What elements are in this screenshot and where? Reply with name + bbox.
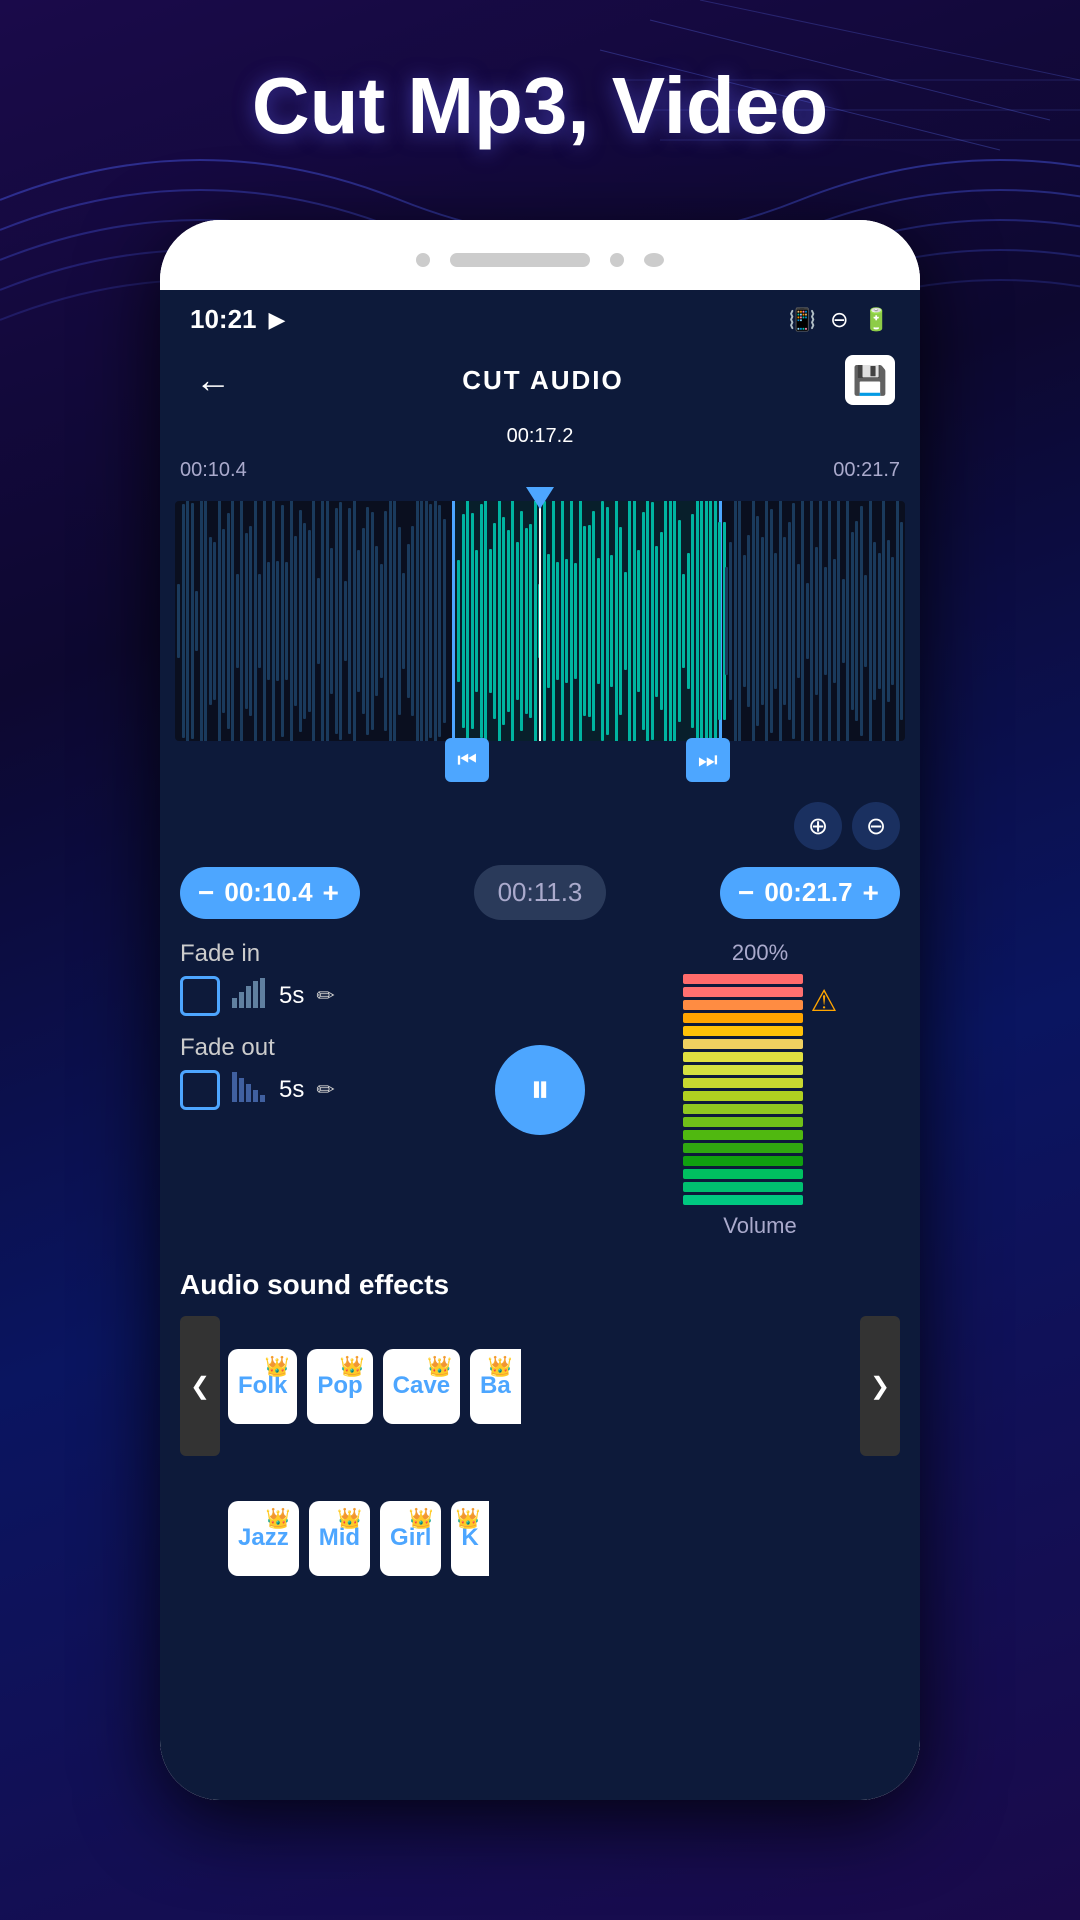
effects-row-2: Jazz 👑 Mid 👑 Girl 👑 K 👑	[180, 1468, 900, 1608]
fade-in-wave-icon	[232, 978, 267, 1015]
end-minus-btn[interactable]: −	[738, 877, 754, 909]
playhead-arrow	[526, 487, 554, 509]
start-time-control: − 00:10.4 +	[180, 867, 360, 919]
status-bar: 10:21 ▶ 📳 ⊖ 🔋	[160, 290, 920, 345]
end-plus-btn[interactable]: +	[863, 877, 879, 909]
playhead-time: 00:17.2	[507, 425, 574, 448]
effect-ba-crown: 👑	[488, 1354, 513, 1379]
left-time-label: 00:10.4	[180, 459, 247, 482]
scroll-right-button[interactable]: ❯	[860, 1316, 900, 1456]
duration-display: 00:11.3	[474, 865, 607, 920]
play-pause-button[interactable]: ⏸	[495, 1045, 585, 1135]
effect-folk-button[interactable]: Folk 👑	[228, 1349, 297, 1424]
playhead-line	[539, 501, 541, 741]
play-pause-icon: ⏸	[530, 1067, 550, 1112]
end-time-control: − 00:21.7 +	[720, 867, 900, 919]
fade-out-edit-icon[interactable]: ✏	[316, 1077, 334, 1103]
app-bar-title: CUT AUDIO	[462, 365, 623, 396]
notch-bar	[450, 253, 590, 267]
start-minus-btn[interactable]: −	[198, 877, 214, 909]
save-button[interactable]: 💾	[845, 355, 895, 405]
zoom-in-icon: ⊕	[808, 812, 828, 841]
fade-out-label: Fade out	[180, 1034, 460, 1062]
notch-camera	[610, 253, 624, 267]
minus-icon: ⊖	[830, 307, 848, 333]
phone-notch	[160, 220, 920, 290]
fade-in-duration: 5s	[279, 982, 304, 1010]
fade-controls: Fade in	[180, 940, 460, 1128]
scroll-left-button[interactable]: ❮	[180, 1316, 220, 1456]
back-button[interactable]: ←	[185, 354, 241, 406]
status-icons-right: 📳 ⊖ 🔋	[789, 307, 890, 333]
effects-columns: Folk 👑 Pop 👑 Cave 👑 Ba 👑	[228, 1349, 852, 1424]
fade-out-duration: 5s	[279, 1076, 304, 1104]
end-time-value: 00:21.7	[764, 877, 852, 908]
effect-girl-button[interactable]: Girl 👑	[380, 1501, 441, 1576]
start-time-value: 00:10.4	[224, 877, 312, 908]
effect-cave-crown: 👑	[427, 1354, 452, 1379]
volume-warning-icon: ⚠	[811, 984, 838, 1019]
effect-pop-crown: 👑	[340, 1354, 365, 1379]
effect-mid-button[interactable]: Mid 👑	[309, 1501, 370, 1576]
controls-area: ⊕ ⊖ − 00:10.4 + 00:11.3	[160, 787, 920, 1269]
phone-screen: 10:21 ▶ 📳 ⊖ 🔋 ← CUT AUDIO 💾 00:17.2	[160, 290, 920, 1800]
effect-jazz-button[interactable]: Jazz 👑	[228, 1501, 299, 1576]
effect-k-crown: 👑	[456, 1506, 481, 1531]
volume-section: 200% ⚠ Volume	[620, 940, 900, 1239]
vibrate-icon: 📳	[789, 307, 816, 333]
volume-meter[interactable]	[683, 974, 803, 1205]
effect-k-button[interactable]: K 👑	[451, 1501, 488, 1576]
sound-effects-title: Audio sound effects	[180, 1269, 900, 1301]
zoom-out-icon: ⊖	[866, 812, 886, 841]
page-title: Cut Mp3, Video	[0, 60, 1080, 152]
effect-folk-crown: 👑	[264, 1354, 289, 1379]
fade-out-item: Fade out	[180, 1034, 460, 1110]
zoom-controls: ⊕ ⊖	[180, 802, 900, 850]
effect-ba-button[interactable]: Ba 👑	[470, 1349, 521, 1424]
effects-row-1: ❮ Folk 👑 Pop 👑 Cave 👑	[180, 1316, 900, 1456]
battery-icon: 🔋	[863, 307, 890, 333]
effect-jazz-crown: 👑	[266, 1506, 291, 1531]
status-time: 10:21	[190, 304, 257, 335]
volume-percent: 200%	[732, 940, 788, 966]
fade-in-edit-icon[interactable]: ✏	[316, 983, 334, 1009]
zoom-out-button[interactable]: ⊖	[852, 802, 900, 850]
right-time-label: 00:21.7	[833, 459, 900, 482]
effect-pop-button[interactable]: Pop 👑	[307, 1349, 372, 1424]
left-handle[interactable]: ⏮	[445, 743, 489, 782]
notch-dot-left	[416, 253, 430, 267]
fade-in-checkbox[interactable]	[180, 976, 220, 1016]
effect-mid-crown: 👑	[337, 1506, 362, 1531]
right-handle[interactable]: ⏭	[686, 743, 730, 782]
phone-frame: 10:21 ▶ 📳 ⊖ 🔋 ← CUT AUDIO 💾 00:17.2	[160, 220, 920, 1800]
fade-in-label: Fade in	[180, 940, 460, 968]
app-bar: ← CUT AUDIO 💾	[160, 345, 920, 415]
waveform-section: 00:17.2 00:10.4 00:21.7	[160, 415, 920, 787]
waveform-labels: 00:10.4 00:21.7	[175, 459, 905, 482]
fade-in-item: Fade in	[180, 940, 460, 1016]
notch-speaker	[644, 253, 664, 267]
time-controls: − 00:10.4 + 00:11.3 − 00:21.7 +	[180, 865, 900, 920]
fade-out-wave-icon	[232, 1072, 267, 1109]
fade-volume-row: Fade in	[180, 940, 900, 1239]
sound-effects-section: Audio sound effects ❮ Folk 👑 Pop 👑	[160, 1269, 920, 1620]
effect-cave-button[interactable]: Cave 👑	[383, 1349, 460, 1424]
effect-girl-crown: 👑	[408, 1506, 433, 1531]
duration-value: 00:11.3	[498, 877, 583, 907]
zoom-in-button[interactable]: ⊕	[794, 802, 842, 850]
volume-label: Volume	[723, 1213, 796, 1239]
start-plus-btn[interactable]: +	[323, 877, 339, 909]
save-icon: 💾	[853, 364, 888, 397]
fade-out-checkbox[interactable]	[180, 1070, 220, 1110]
waveform-canvas[interactable]	[175, 501, 905, 741]
media-icon: ▶	[269, 307, 286, 333]
effects-columns-row2: Jazz 👑 Mid 👑 Girl 👑 K 👑	[228, 1501, 852, 1576]
